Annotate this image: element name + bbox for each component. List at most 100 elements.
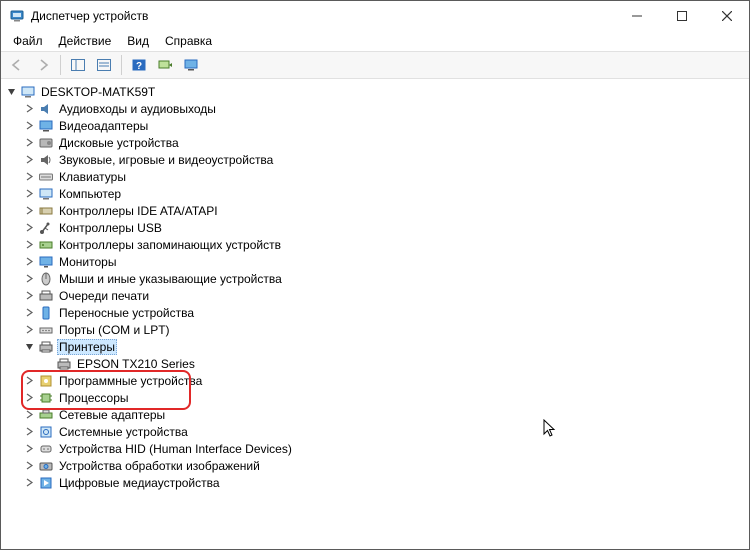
chevron-right-icon[interactable] — [23, 307, 35, 319]
tree-node[interactable]: Устройства обработки изображений — [21, 457, 749, 474]
tree-node-label: Процессоры — [57, 391, 131, 405]
close-button[interactable] — [704, 1, 749, 31]
chevron-right-icon[interactable] — [23, 477, 35, 489]
audio-icon — [38, 101, 54, 117]
tree-node[interactable]: Устройства HID (Human Interface Devices) — [21, 440, 749, 457]
tree-node-label: Контроллеры IDE ATA/ATAPI — [57, 204, 220, 218]
chevron-right-icon[interactable] — [23, 375, 35, 387]
tree-node[interactable]: Мыши и иные указывающие устройства — [21, 270, 749, 287]
tree-node-label: Цифровые медиаустройства — [57, 476, 222, 490]
toolbar-monitor[interactable] — [179, 54, 203, 76]
tree-node[interactable]: Системные устройства — [21, 423, 749, 440]
chevron-right-icon[interactable] — [23, 409, 35, 421]
window-title: Диспетчер устройств — [31, 9, 148, 23]
toolbar-separator — [121, 55, 122, 75]
chevron-right-icon[interactable] — [23, 137, 35, 149]
chevron-down-icon[interactable] — [5, 86, 17, 98]
chevron-right-icon[interactable] — [23, 392, 35, 404]
minimize-button[interactable] — [614, 1, 659, 31]
storage-icon — [38, 237, 54, 253]
chevron-right-icon[interactable] — [23, 290, 35, 302]
tree-node[interactable]: Контроллеры IDE ATA/ATAPI — [21, 202, 749, 219]
chevron-right-icon[interactable] — [23, 205, 35, 217]
tree-node[interactable]: Дисковые устройства — [21, 134, 749, 151]
chevron-right-icon[interactable] — [23, 239, 35, 251]
tree-node[interactable]: Видеоадаптеры — [21, 117, 749, 134]
tree-node[interactable]: Сетевые адаптеры — [21, 406, 749, 423]
menubar: Файл Действие Вид Справка — [1, 31, 749, 51]
chevron-right-icon[interactable] — [23, 154, 35, 166]
tree-node-label: Устройства HID (Human Interface Devices) — [57, 442, 294, 456]
toolbar-show-hide-tree[interactable] — [66, 54, 90, 76]
tree-node[interactable]: Клавиатуры — [21, 168, 749, 185]
toolbar-back[interactable] — [5, 54, 29, 76]
toolbar-forward[interactable] — [31, 54, 55, 76]
chevron-right-icon[interactable] — [23, 103, 35, 115]
tree-node[interactable]: Программные устройства — [21, 372, 749, 389]
tree-node-label: Видеоадаптеры — [57, 119, 150, 133]
menu-file[interactable]: Файл — [5, 32, 51, 50]
mouse-icon — [38, 271, 54, 287]
tree-node-label: Контроллеры запоминающих устройств — [57, 238, 283, 252]
chevron-down-icon[interactable] — [23, 341, 35, 353]
svg-text:?: ? — [136, 61, 142, 72]
tree-node[interactable]: Компьютер — [21, 185, 749, 202]
chevron-right-icon[interactable] — [23, 324, 35, 336]
usb-icon — [38, 220, 54, 236]
menu-view[interactable]: Вид — [119, 32, 157, 50]
keyboard-icon — [38, 169, 54, 185]
chevron-right-icon[interactable] — [23, 426, 35, 438]
toolbar: ? — [1, 51, 749, 79]
chevron-right-icon[interactable] — [23, 460, 35, 472]
chevron-right-icon[interactable] — [23, 120, 35, 132]
printer-icon — [56, 356, 72, 372]
tree-root-label: DESKTOP-MATK59T — [39, 85, 157, 99]
tree-node[interactable]: Цифровые медиаустройства — [21, 474, 749, 491]
network-icon — [38, 407, 54, 423]
tree-node-label: Звуковые, игровые и видеоустройства — [57, 153, 275, 167]
toolbar-properties[interactable] — [92, 54, 116, 76]
tree-node-label: Системные устройства — [57, 425, 190, 439]
tree-node-label: Клавиатуры — [57, 170, 128, 184]
tree-root-node[interactable]: DESKTOP-MATK59T — [3, 83, 749, 100]
maximize-button[interactable] — [659, 1, 704, 31]
imaging-icon — [38, 458, 54, 474]
tree-node[interactable]: Очереди печати — [21, 287, 749, 304]
tree-node[interactable]: Контроллеры запоминающих устройств — [21, 236, 749, 253]
chevron-right-icon[interactable] — [23, 188, 35, 200]
titlebar: Диспетчер устройств — [1, 1, 749, 31]
chevron-right-icon[interactable] — [23, 443, 35, 455]
tree-node-label: Программные устройства — [57, 374, 204, 388]
tree-node[interactable]: Порты (COM и LPT) — [21, 321, 749, 338]
tree-node-label: Мониторы — [57, 255, 118, 269]
chevron-right-icon[interactable] — [23, 256, 35, 268]
menu-action[interactable]: Действие — [51, 32, 120, 50]
toolbar-separator — [60, 55, 61, 75]
tree-node[interactable]: Переносные устройства — [21, 304, 749, 321]
chevron-right-icon[interactable] — [23, 171, 35, 183]
device-tree-panel[interactable]: DESKTOP-MATK59TАудиовходы и аудиовыходы В… — [1, 79, 749, 549]
cpu-icon — [38, 390, 54, 406]
tree-node[interactable]: Мониторы — [21, 253, 749, 270]
tree-node-label: Контроллеры USB — [57, 221, 164, 235]
printer-icon — [38, 339, 54, 355]
toolbar-help[interactable]: ? — [127, 54, 151, 76]
menu-help[interactable]: Справка — [157, 32, 220, 50]
tree-node-label: Мыши и иные указывающие устройства — [57, 272, 284, 286]
toolbar-scan-hardware[interactable] — [153, 54, 177, 76]
tree-node[interactable]: Звуковые, игровые и видеоустройства — [21, 151, 749, 168]
tree-node[interactable]: Контроллеры USB — [21, 219, 749, 236]
hid-icon — [38, 441, 54, 457]
tree-node-label: Устройства обработки изображений — [57, 459, 262, 473]
tree-node[interactable]: Процессоры — [21, 389, 749, 406]
chevron-right-icon[interactable] — [23, 222, 35, 234]
printqueue-icon — [38, 288, 54, 304]
tree-node[interactable]: Аудиовходы и аудиовыходы — [21, 100, 749, 117]
tree-leaf-node[interactable]: EPSON TX210 Series — [39, 355, 749, 372]
tree-node-label: Очереди печати — [57, 289, 151, 303]
computer-icon — [38, 186, 54, 202]
tree-node[interactable]: Принтеры — [21, 338, 749, 355]
display-icon — [38, 118, 54, 134]
tree-node-label: Переносные устройства — [57, 306, 196, 320]
chevron-right-icon[interactable] — [23, 273, 35, 285]
